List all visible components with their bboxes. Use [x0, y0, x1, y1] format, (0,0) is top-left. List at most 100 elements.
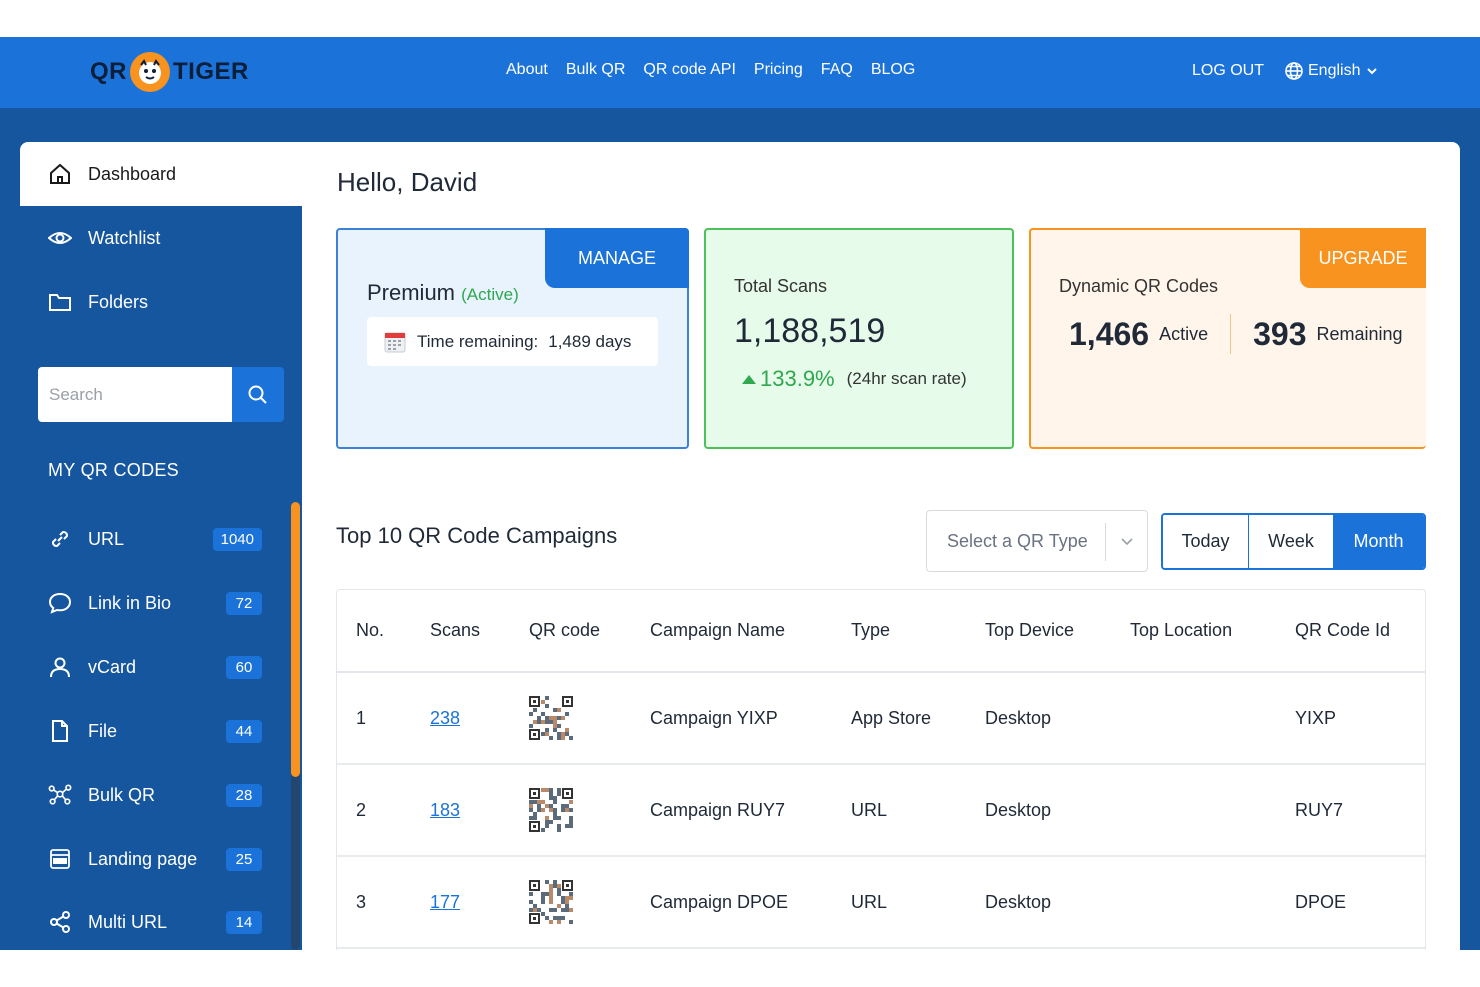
share-icon	[48, 910, 72, 934]
count-badge: 44	[226, 719, 262, 743]
language-selector[interactable]: English	[1284, 61, 1380, 81]
logo-text-right: TIGER	[173, 58, 249, 85]
qr-code-thumbnail[interactable]	[529, 696, 573, 740]
cell-campaign-name: Campaign RUY7	[650, 764, 851, 857]
cell-qr-code-id: RUY7	[1295, 764, 1425, 857]
sidebar-item-label: Link in Bio	[88, 592, 172, 613]
sidebar-item-file[interactable]: File 44	[20, 699, 302, 763]
count-badge: 1040	[212, 527, 262, 551]
sidebar-item-label: Multi URL	[88, 911, 168, 932]
manage-button[interactable]: MANAGE	[545, 228, 689, 288]
cell-top-device: Desktop	[985, 856, 1130, 949]
campaigns-title: Top 10 QR Code Campaigns	[336, 523, 618, 548]
active-count: 1,466	[1069, 315, 1150, 352]
cell-type: URL	[851, 764, 985, 857]
scans-link[interactable]: 183	[430, 800, 460, 820]
cell-top-location	[1130, 764, 1295, 857]
range-week-button[interactable]: Week	[1249, 515, 1333, 568]
search-icon	[248, 385, 267, 404]
sidebar: Dashboard Watchlist Folders MY QR CODES	[20, 142, 302, 950]
chevron-down-icon	[1367, 68, 1378, 75]
link-icon	[48, 527, 72, 551]
qr-code-thumbnail[interactable]	[529, 880, 573, 924]
sidebar-item-url[interactable]: URL 1040	[20, 507, 302, 571]
cell-no: 3	[337, 856, 430, 949]
nav-links: About Bulk QR QR code API Pricing FAQ BL…	[506, 61, 915, 79]
sidebar-item-dashboard[interactable]: Dashboard	[20, 142, 302, 206]
sidebar-item-vcard[interactable]: vCard 60	[20, 635, 302, 699]
scans-link[interactable]: 177	[430, 892, 460, 912]
cell-top-location	[1130, 856, 1295, 949]
qr-code-thumbnail[interactable]	[529, 788, 573, 832]
stats-divider	[1230, 314, 1232, 354]
sidebar-item-folders[interactable]: Folders	[20, 270, 302, 334]
logo[interactable]: QR TIGER	[90, 49, 249, 95]
logo-text-left: QR	[90, 58, 127, 85]
calendar-icon	[384, 332, 406, 352]
nav-link-about[interactable]: About	[506, 61, 548, 79]
plan-status: (Active)	[461, 285, 519, 304]
total-scans-title: Total Scans	[734, 276, 828, 296]
range-month-button[interactable]: Month	[1333, 515, 1424, 568]
table-header-row: No. Scans QR code Campaign Name Type Top…	[337, 590, 1425, 673]
time-remaining: Time remaining: 1,489 days	[367, 317, 658, 366]
subscription-card: MANAGE Premium (Active) Time remaining: …	[336, 228, 689, 449]
dynamic-qr-card: UPGRADE Dynamic QR Codes 1,466 Active 39…	[1029, 228, 1426, 449]
remaining-count: 393	[1253, 315, 1307, 352]
nav-link-faq[interactable]: FAQ	[821, 61, 853, 79]
col-header-top-device: Top Device	[985, 590, 1130, 673]
upgrade-button[interactable]: UPGRADE	[1300, 228, 1426, 288]
nav-link-qr-code-api[interactable]: QR code API	[643, 61, 736, 79]
table-row[interactable]: 3 177 Campaign DPOE URL Desktop DPOE	[337, 856, 1425, 949]
sidebar-item-bulk-qr[interactable]: Bulk QR 28	[20, 763, 302, 827]
total-scans-value: 1,188,519	[734, 312, 886, 350]
qr-type-select[interactable]: Select a QR Type	[926, 510, 1148, 572]
total-scans-card: Total Scans 1,188,519 133.9% (24hr scan …	[704, 228, 1014, 449]
count-badge: 72	[226, 591, 262, 615]
file-icon	[48, 719, 72, 743]
range-today-button[interactable]: Today	[1163, 515, 1249, 568]
nav-link-bulk-qr[interactable]: Bulk QR	[566, 61, 626, 79]
sidebar-item-label: URL	[88, 528, 125, 549]
sidebar-item-label: Landing page	[88, 848, 198, 869]
count-badge: 14	[226, 910, 262, 934]
dynamic-qr-title: Dynamic QR Codes	[1059, 276, 1219, 296]
tiger-logo-icon	[130, 52, 170, 92]
sidebar-item-label: Dashboard	[88, 163, 177, 184]
scan-growth-percent: 133.9%	[760, 366, 835, 391]
nav-link-blog[interactable]: BLOG	[871, 61, 915, 79]
col-header-scans: Scans	[430, 590, 529, 673]
cell-qr-code-id: YIXP	[1295, 672, 1425, 765]
active-label: Active	[1159, 323, 1209, 344]
nodes-icon	[48, 783, 72, 807]
logout-link[interactable]: LOG OUT	[1192, 62, 1264, 80]
time-remaining-value: 1,489 days	[548, 331, 632, 351]
sidebar-item-landing-page[interactable]: Landing page 25	[20, 827, 302, 891]
sidebar-item-label: Folders	[88, 291, 149, 312]
table-row[interactable]: 2 183 Campaign RUY7 URL Desktop RUY7	[337, 764, 1425, 857]
count-badge: 28	[226, 783, 262, 807]
cell-type: URL	[851, 856, 985, 949]
col-header-top-location: Top Location	[1130, 590, 1295, 673]
sidebar-item-multi-url[interactable]: Multi URL 14	[20, 890, 302, 950]
time-remaining-label: Time remaining:	[417, 331, 539, 351]
section-title-my-qr-codes: MY QR CODES	[48, 460, 179, 480]
sidebar-item-link-in-bio[interactable]: Link in Bio 72	[20, 571, 302, 635]
select-divider	[1105, 523, 1106, 561]
sidebar-item-label: File	[88, 720, 118, 741]
search-button[interactable]	[232, 367, 284, 422]
home-icon	[48, 162, 72, 186]
nav-link-pricing[interactable]: Pricing	[754, 61, 803, 79]
sidebar-item-watchlist[interactable]: Watchlist	[20, 206, 302, 270]
top-nav: QR TIGER About Bulk QR QR code API Prici…	[0, 37, 1480, 108]
dynamic-qr-stats: 1,466 Active 393 Remaining	[1069, 314, 1403, 354]
cell-top-device: Desktop	[985, 672, 1130, 765]
sidebar-item-label: Watchlist	[88, 227, 161, 248]
search-input[interactable]	[38, 367, 232, 422]
cell-no: 2	[337, 764, 430, 857]
table-row[interactable]: 1 238 Campaign YIXP App Store Desktop YI…	[337, 672, 1425, 765]
plan-label: Premium	[367, 280, 456, 305]
sidebar-search	[38, 367, 284, 422]
chat-bubble-icon	[48, 591, 72, 615]
scans-link[interactable]: 238	[430, 708, 460, 728]
